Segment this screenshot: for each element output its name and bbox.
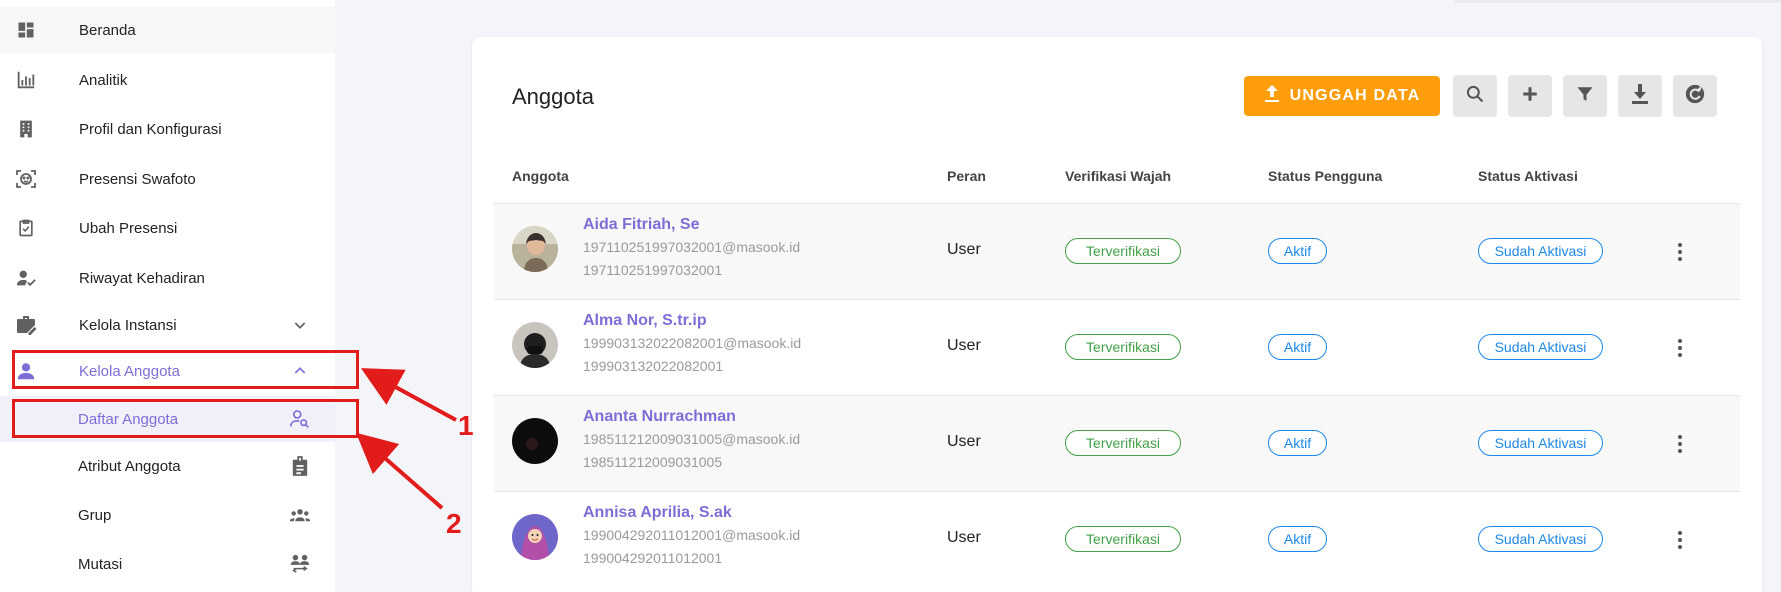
more-vert-icon[interactable] [1668, 432, 1692, 456]
member-name[interactable]: Aida Fitriah, Se [583, 216, 699, 234]
face-verification-badge: Terverifikasi [1065, 334, 1181, 360]
table-row[interactable]: Ananta Nurrachman 198511212009031005@mas… [494, 395, 1740, 491]
sidebar-item-label: Ubah Presensi [79, 219, 178, 237]
more-vert-icon[interactable] [1668, 528, 1692, 552]
user-status-badge: Aktif [1268, 238, 1327, 264]
face-verification-badge: Terverifikasi [1065, 430, 1181, 456]
filter-icon [1576, 84, 1594, 109]
avatar [512, 322, 558, 368]
badge-icon [289, 455, 311, 477]
annotation-number-1: 1 [458, 410, 474, 441]
group-icon [289, 504, 311, 526]
members-card: Anggota UNGGAH DATA Anggota Peran Verifi… [472, 37, 1762, 592]
member-name[interactable]: Alma Nor, S.tr.ip [583, 312, 707, 330]
search-icon [1465, 84, 1485, 109]
sidebar-item-profil[interactable]: Profil dan Konfigurasi [0, 106, 335, 152]
table-row[interactable]: Alma Nor, S.tr.ip 199903132022082001@mas… [494, 299, 1740, 395]
refresh-button[interactable] [1673, 75, 1717, 117]
sidebar: Beranda Analitik Profil dan Konfigurasi … [0, 0, 335, 592]
face-scan-icon [14, 167, 38, 191]
sidebar-item-label: Profil dan Konfigurasi [79, 120, 222, 138]
sidebar-item-label: Kelola Instansi [79, 316, 177, 334]
member-email: 198511212009031005@masook.id [583, 431, 801, 447]
bar-chart-icon [14, 68, 38, 92]
sidebar-item-grup[interactable]: Grup [0, 492, 335, 538]
sidebar-item-presensi-swafoto[interactable]: Presensi Swafoto [0, 156, 335, 202]
sidebar-item-label: Atribut Anggota [78, 457, 181, 475]
member-email: 199903132022082001@masook.id [583, 335, 802, 351]
building-icon [14, 117, 38, 141]
member-role: User [947, 337, 981, 354]
member-email: 197110251997032001@masook.id [583, 239, 801, 255]
face-verification-badge: Terverifikasi [1065, 238, 1181, 264]
highlight-box-daftar-anggota [12, 399, 359, 438]
more-vert-icon[interactable] [1668, 336, 1692, 360]
member-nip: 198511212009031005 [583, 454, 723, 470]
member-nip: 197110251997032001 [583, 262, 723, 278]
sidebar-item-label: Presensi Swafoto [79, 170, 196, 188]
sidebar-item-analitik[interactable]: Analitik [0, 57, 335, 103]
search-button[interactable] [1453, 75, 1497, 117]
sidebar-item-mutasi[interactable]: Mutasi [0, 541, 335, 587]
download-icon [1631, 83, 1649, 109]
add-icon [1521, 85, 1539, 108]
activation-status-badge: Sudah Aktivasi [1478, 334, 1603, 360]
sidebar-item-label: Riwayat Kehadiran [79, 269, 205, 287]
avatar [512, 418, 558, 464]
annotation-number-2: 2 [446, 508, 462, 539]
sidebar-item-label: Beranda [79, 21, 136, 39]
column-header-verifikasi-wajah: Verifikasi Wajah [1065, 168, 1172, 184]
column-header-anggota: Anggota [512, 168, 569, 184]
sidebar-item-label: Analitik [79, 71, 128, 89]
sidebar-item-label: Mutasi [78, 555, 123, 573]
add-button[interactable] [1508, 75, 1552, 117]
clipboard-check-icon [14, 216, 38, 240]
activation-status-badge: Sudah Aktivasi [1478, 238, 1603, 264]
member-email: 199004292011012001@masook.id [583, 527, 801, 543]
column-header-peran: Peran [947, 168, 986, 184]
avatar [512, 514, 558, 560]
sidebar-item-kelola-instansi[interactable]: Kelola Instansi [0, 302, 335, 348]
annotation-arrow-1 [360, 368, 457, 422]
member-nip: 199004292011012001 [583, 550, 723, 566]
chevron-down-icon[interactable] [289, 314, 311, 336]
member-nip: 199903132022082001 [583, 358, 724, 374]
member-role: User [947, 241, 981, 258]
dashboard-icon [14, 18, 38, 42]
user-status-badge: Aktif [1268, 334, 1327, 360]
table-row[interactable]: Aida Fitriah, Se 197110251997032001@maso… [494, 203, 1740, 299]
column-header-status-pengguna: Status Pengguna [1268, 168, 1383, 184]
upload-data-button[interactable]: UNGGAH DATA [1244, 76, 1440, 116]
user-status-badge: Aktif [1268, 526, 1327, 552]
member-name[interactable]: Annisa Aprilia, S.ak [583, 504, 732, 522]
activation-status-badge: Sudah Aktivasi [1478, 430, 1603, 456]
briefcase-edit-icon [14, 313, 38, 337]
sidebar-item-ubah-presensi[interactable]: Ubah Presensi [0, 205, 335, 251]
member-name[interactable]: Ananta Nurrachman [583, 408, 736, 426]
member-role: User [947, 529, 981, 546]
sidebar-item-riwayat-kehadiran[interactable]: Riwayat Kehadiran [0, 255, 335, 301]
face-verification-badge: Terverifikasi [1065, 526, 1181, 552]
avatar [512, 226, 558, 272]
annotation-arrow-2 [355, 432, 444, 510]
top-strip [1455, 0, 1781, 3]
activation-status-badge: Sudah Aktivasi [1478, 526, 1603, 552]
column-header-status-aktivasi: Status Aktivasi [1478, 168, 1578, 184]
sidebar-item-atribut-anggota[interactable]: Atribut Anggota [0, 443, 335, 489]
user-status-badge: Aktif [1268, 430, 1327, 456]
table-row[interactable]: Annisa Aprilia, S.ak 199004292011012001@… [494, 491, 1740, 587]
sidebar-item-label: Grup [78, 506, 112, 524]
filter-button[interactable] [1563, 75, 1607, 117]
highlight-box-kelola-anggota [12, 350, 359, 389]
refresh-icon [1684, 83, 1706, 110]
person-check-icon [14, 266, 38, 290]
swap-people-icon [289, 553, 311, 575]
member-role: User [947, 433, 981, 450]
sidebar-item-beranda[interactable]: Beranda [0, 7, 335, 53]
upload-data-label: UNGGAH DATA [1289, 87, 1421, 104]
upload-icon [1264, 84, 1280, 108]
download-button[interactable] [1618, 75, 1662, 117]
more-vert-icon[interactable] [1668, 240, 1692, 264]
page-title: Anggota [512, 84, 594, 109]
